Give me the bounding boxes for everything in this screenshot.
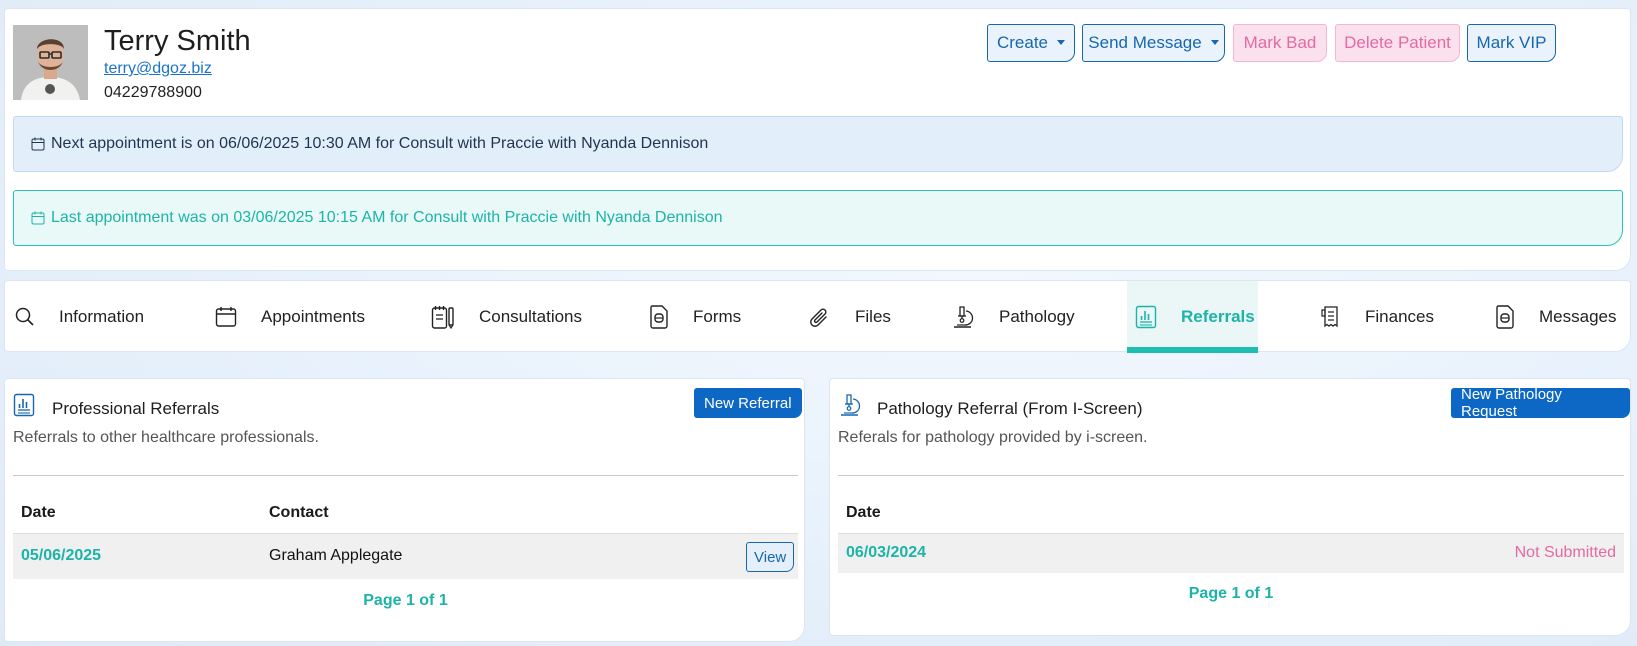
avatar: [13, 25, 88, 100]
table-row: 05/06/2025 Graham Applegate View: [13, 533, 798, 579]
calendar-icon: [215, 307, 237, 327]
tab-referrals-label: Referrals: [1181, 307, 1255, 326]
create-button-label: Create: [996, 33, 1049, 52]
table-row: 06/03/2024 Not Submitted: [838, 533, 1624, 573]
patient-phone: 04229788900: [104, 84, 202, 101]
receipt-icon: [1321, 306, 1338, 328]
patient-header: Terry Smith terry@dgoz.biz 04229788900 C…: [4, 8, 1631, 271]
pagination-label: Page 1 of 1: [363, 592, 448, 609]
referral-date: 05/06/2025: [21, 547, 102, 564]
tab-messages[interactable]: Messages: [1495, 281, 1616, 353]
tab-consultations[interactable]: Consultations: [431, 281, 582, 353]
tab-files[interactable]: Files: [809, 281, 891, 353]
patient-email-link[interactable]: terry@dgoz.biz: [104, 60, 212, 78]
next-appointment-text: Next appointment is on 06/06/2025 10:30 …: [51, 135, 709, 152]
tab-finances[interactable]: Finances: [1321, 281, 1434, 353]
tab-pathology-label: Pathology: [999, 307, 1075, 326]
tab-finances-label: Finances: [1365, 307, 1434, 326]
tab-files-label: Files: [855, 307, 891, 326]
new-pathology-request-button[interactable]: New Pathology Request: [1451, 386, 1630, 420]
microscope-icon: [954, 306, 974, 328]
chevron-down-icon: [1210, 39, 1219, 45]
referral-contact: Graham Applegate: [269, 547, 403, 564]
last-appointment-alert: Last appointment was on 03/06/2025 10:15…: [13, 190, 1623, 246]
delete-patient-button[interactable]: Delete Patient: [1335, 24, 1460, 62]
status-badge: Not Submitted: [1514, 544, 1616, 561]
create-dropdown-button[interactable]: Create: [987, 24, 1075, 62]
view-referral-button[interactable]: View: [746, 542, 795, 572]
professional-referrals-subtitle: Referrals to other healthcare profession…: [13, 429, 319, 446]
tab-referrals[interactable]: Referrals: [1127, 281, 1258, 353]
divider: [838, 475, 1624, 476]
patient-name: Terry Smith: [104, 25, 251, 57]
pathology-referral-card: Pathology Referral (From I-Screen) Refer…: [829, 378, 1631, 636]
chart-document-icon: [13, 393, 35, 417]
paperclip-icon: [810, 308, 827, 327]
pathology-referral-title: Pathology Referral (From I-Screen): [877, 399, 1143, 418]
mark-bad-button[interactable]: Mark Bad: [1233, 24, 1327, 62]
new-referral-button[interactable]: New Referral: [694, 388, 802, 418]
tab-forms-label: Forms: [693, 307, 742, 326]
professional-referrals-title: Professional Referrals: [52, 399, 220, 418]
microscope-icon: [841, 394, 861, 416]
search-icon: [15, 307, 34, 326]
pathology-referral-subtitle: Referals for pathology provided by i-scr…: [838, 429, 1148, 446]
send-message-dropdown-button[interactable]: Send Message: [1082, 24, 1225, 62]
professional-referrals-card: Professional Referrals Referrals to othe…: [4, 378, 805, 642]
chevron-down-icon: [1057, 39, 1066, 45]
tab-consultations-label: Consultations: [479, 307, 583, 326]
last-appointment-text: Last appointment was on 03/06/2025 10:15…: [51, 209, 723, 226]
tab-information-label: Information: [59, 307, 145, 326]
tab-information[interactable]: Information: [15, 281, 144, 353]
tab-forms[interactable]: Forms: [649, 281, 741, 353]
chart-document-icon: [1135, 305, 1157, 329]
document-icon: [650, 305, 668, 329]
divider: [13, 475, 798, 476]
pathology-date: 06/03/2024: [846, 544, 927, 561]
mark-vip-button[interactable]: Mark VIP: [1467, 24, 1556, 62]
next-appointment-alert: Next appointment is on 06/06/2025 10:30 …: [13, 116, 1623, 172]
message-document-icon: [1496, 305, 1514, 329]
column-header-contact: Contact: [269, 504, 329, 521]
column-header-date: Date: [21, 504, 56, 521]
pagination-label: Page 1 of 1: [1188, 585, 1274, 602]
send-message-button-label: Send Message: [1088, 33, 1202, 52]
tab-appointments-label: Appointments: [261, 307, 365, 326]
tab-appointments[interactable]: Appointments: [215, 281, 365, 353]
tab-messages-label: Messages: [1539, 307, 1617, 326]
tab-pathology[interactable]: Pathology: [951, 281, 1075, 353]
calendar-icon: [31, 211, 45, 225]
column-header-date: Date: [846, 504, 881, 521]
calendar-icon: [31, 137, 45, 151]
clipboard-icon: [431, 306, 454, 329]
patient-tabs: Information Appointments Consultations F…: [4, 280, 1631, 353]
